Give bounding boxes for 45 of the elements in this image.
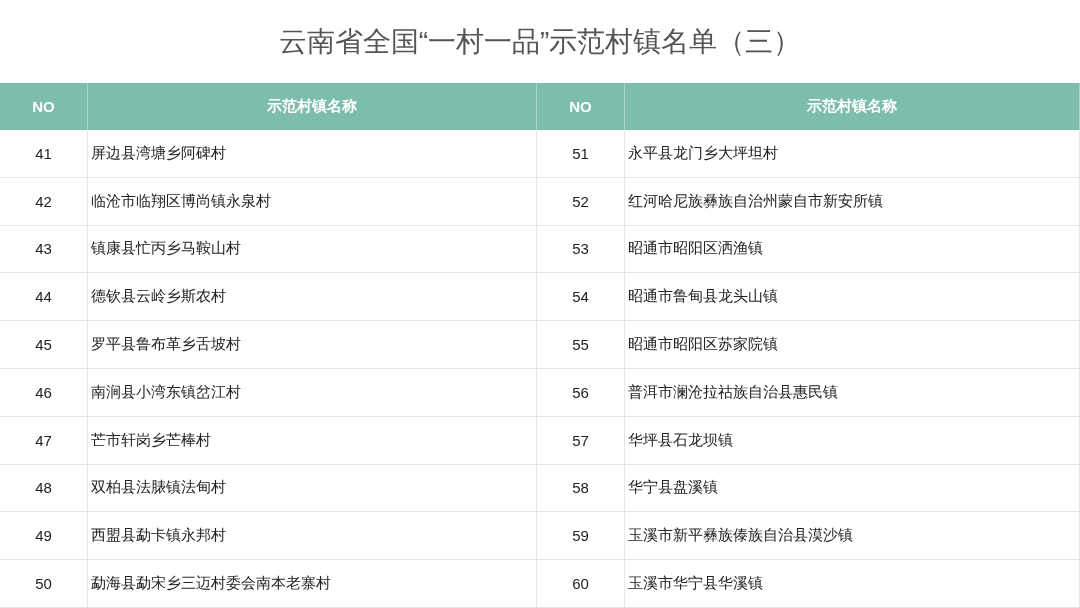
table-cell: 德钦县云岭乡斯农村 (88, 273, 537, 322)
column-header: NO (0, 83, 88, 130)
table-cell: 玉溪市新平彝族傣族自治县漠沙镇 (625, 512, 1080, 561)
table-cell: 54 (537, 273, 625, 322)
table-cell: 红河哈尼族彝族自治州蒙自市新安所镇 (625, 177, 1080, 226)
table-cell: 48 (0, 464, 88, 513)
table-cell: 50 (0, 560, 88, 608)
table-cell: 52 (537, 177, 625, 226)
table-cell: 59 (537, 512, 625, 561)
table-cell: 临沧市临翔区博尚镇永泉村 (88, 177, 537, 226)
table-cell: 57 (537, 416, 625, 465)
table-cell: 42 (0, 177, 88, 226)
table-cell: 罗平县鲁布革乡舌坡村 (88, 321, 537, 369)
table-cell: 53 (537, 225, 625, 274)
column-header: 示范村镇名称 (88, 83, 537, 130)
table-cell: 双柏县法脿镇法甸村 (88, 464, 537, 513)
table-cell: 55 (537, 321, 625, 369)
table-cell: 51 (537, 130, 625, 178)
table-cell: 南涧县小湾东镇岔江村 (88, 369, 537, 417)
table-cell: 60 (537, 560, 625, 608)
table-cell: 44 (0, 273, 88, 322)
table-cell: 永平县龙门乡大坪坦村 (625, 130, 1080, 178)
table-cell: 56 (537, 369, 625, 417)
table-cell: 58 (537, 464, 625, 513)
column-header: NO (537, 83, 625, 130)
table-cell: 昭通市昭阳区洒渔镇 (625, 225, 1080, 274)
table-cell: 镇康县忙丙乡马鞍山村 (88, 225, 537, 274)
table-cell: 普洱市澜沧拉祜族自治县惠民镇 (625, 369, 1080, 417)
table-cell: 西盟县勐卡镇永邦村 (88, 512, 537, 561)
table-cell: 华坪县石龙坝镇 (625, 416, 1080, 465)
table-cell: 49 (0, 512, 88, 561)
table-cell: 47 (0, 416, 88, 465)
table-cell: 45 (0, 321, 88, 369)
table-cell: 玉溪市华宁县华溪镇 (625, 560, 1080, 608)
table-cell: 昭通市昭阳区苏家院镇 (625, 321, 1080, 369)
column-header: 示范村镇名称 (625, 83, 1080, 130)
table-cell: 昭通市鲁甸县龙头山镇 (625, 273, 1080, 322)
table-cell: 勐海县勐宋乡三迈村委会南本老寨村 (88, 560, 537, 608)
slide-title: 云南省全国“一村一品”示范村镇名单（三） (278, 24, 802, 59)
table-cell: 屏边县湾塘乡阿碑村 (88, 130, 537, 178)
table-cell: 43 (0, 225, 88, 274)
table-cell: 46 (0, 369, 88, 417)
table-cell: 芒市轩岗乡芒棒村 (88, 416, 537, 465)
table-cell: 华宁县盘溪镇 (625, 464, 1080, 513)
table-cell: 41 (0, 130, 88, 178)
